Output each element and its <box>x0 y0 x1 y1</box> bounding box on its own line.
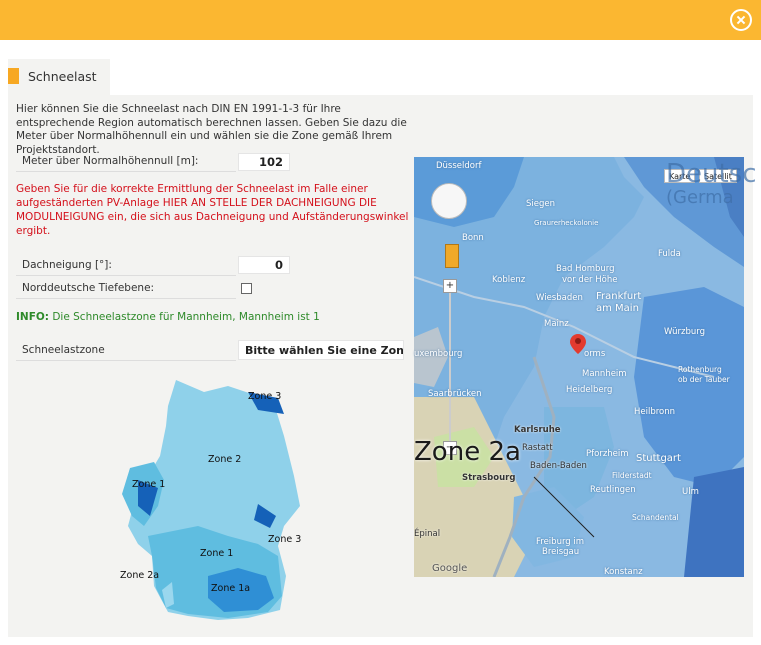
place-wuerzburg: Würzburg <box>664 327 705 337</box>
place-rothenburg: Rothenburg <box>678 365 722 374</box>
snow-zone-label: Schneelastzone <box>22 344 105 356</box>
zone1-west-label: Zone 1 <box>132 479 166 490</box>
place-schandental: Schandental <box>632 513 679 522</box>
place-obdertauber: ob der Tauber <box>678 375 730 384</box>
tab-marker <box>8 68 19 84</box>
place-luxembourg: uxembourg <box>414 349 463 359</box>
north-lowland-row: Norddeutsche Tiefebene: <box>16 280 236 299</box>
zone-map-viewer[interactable]: Karte Satellit Deutsc (Germa + − Zone 2a… <box>414 157 757 577</box>
place-badenbaden: Baden-Baden <box>530 461 587 471</box>
roof-pitch-input[interactable]: 0 <box>238 256 290 274</box>
zone2-label: Zone 2 <box>208 454 242 465</box>
place-siegen: Siegen <box>526 199 555 209</box>
map-pan-control[interactable] <box>431 183 467 219</box>
close-icon[interactable] <box>730 9 752 31</box>
place-bonn: Bonn <box>462 233 484 243</box>
place-heilbronn: Heilbronn <box>634 407 676 417</box>
zone2a-label: Zone 2a <box>120 570 160 581</box>
zoom-in-button[interactable]: + <box>443 279 457 293</box>
modal-header-bar <box>0 0 761 40</box>
place-strasbourg: Strasbourg <box>462 473 516 483</box>
roof-pitch-row: Dachneigung [°]: <box>16 257 236 276</box>
place-pforzheim: Pforzheim <box>586 449 629 459</box>
map-overlay-germa: (Germa <box>666 187 734 208</box>
place-duesseldorf: Düsseldorf <box>436 161 482 171</box>
place-karlsruhe: Karlsruhe <box>514 425 561 435</box>
zone3-east-label: Zone 3 <box>268 534 302 545</box>
place-stuttgart: Stuttgart <box>636 453 681 464</box>
info-message: Die Schneelastzone für Mannheim, Mannhei… <box>52 311 320 323</box>
snow-zone-germany-map: Zone 3 Zone 2 Zone 1 Zone 3 Zone 1 Zone … <box>108 376 308 626</box>
zone3-top-label: Zone 3 <box>248 391 282 402</box>
place-vorderhoehe: vor der Höhe <box>562 275 618 285</box>
map-overlay-deutsch: Deutsc <box>666 159 757 189</box>
place-epinal: Épinal <box>414 529 441 539</box>
pegman-icon[interactable] <box>445 244 459 268</box>
place-koblenz: Koblenz <box>492 275 526 285</box>
zone1a-label: Zone 1a <box>211 583 251 594</box>
place-reutlingen: Reutlingen <box>590 485 636 495</box>
place-rastatt: Rastatt <box>522 443 553 453</box>
roof-pitch-label: Dachneigung [°]: <box>22 259 112 271</box>
tab-schneelast[interactable]: Schneelast <box>8 59 110 95</box>
info-prefix: INFO: <box>16 311 49 323</box>
intro-text: Hier können Sie die Schneelast nach DIN … <box>16 103 407 156</box>
place-ulm: Ulm <box>682 487 699 497</box>
altitude-row: Meter über Normalhöhennull [m]: <box>16 153 236 172</box>
place-fulda: Fulda <box>658 249 681 259</box>
place-wiesbaden: Wiesbaden <box>536 293 583 303</box>
north-lowland-checkbox[interactable] <box>241 283 252 294</box>
pv-warning-text: Geben Sie für die korrekte Ermittlung de… <box>16 183 409 237</box>
google-logo: Google <box>432 563 468 574</box>
germany-map-svg <box>122 380 300 620</box>
info-text: INFO: Die Schneelastzone für Mannheim, M… <box>16 311 320 323</box>
altitude-label: Meter über Normalhöhennull [m]: <box>22 155 199 167</box>
place-konstanz: Konstanz <box>604 567 643 577</box>
snow-zone-select[interactable]: Bitte wählen Sie eine Zone a <box>238 340 404 360</box>
map-zone-label: Zone 2a <box>414 437 521 467</box>
altitude-input[interactable]: 102 <box>238 153 290 171</box>
place-mannheim: Mannheim <box>582 369 627 379</box>
zone1-south-label: Zone 1 <box>200 548 234 559</box>
place-ammain: am Main <box>596 303 639 314</box>
place-badhomburg: Bad Homburg <box>556 264 615 274</box>
place-heidelberg: Heidelberg <box>566 385 613 395</box>
zoom-slider-track[interactable] <box>449 287 451 447</box>
place-filderstadt: Filderstadt <box>612 471 652 480</box>
place-breisgau: Breisgau <box>542 547 580 557</box>
place-frankfurt: Frankfurt <box>596 291 642 302</box>
place-mainz: Mainz <box>544 319 569 329</box>
snow-zone-row: Schneelastzone <box>16 342 236 361</box>
place-freiburg: Freiburg im <box>536 537 585 547</box>
place-saarbruecken: Saarbrücken <box>428 389 482 399</box>
place-grauerheck: Graurerheckolonie <box>534 219 599 227</box>
north-lowland-label: Norddeutsche Tiefebene: <box>22 282 155 294</box>
tab-label: Schneelast <box>28 69 97 84</box>
place-worms: orms <box>584 349 606 359</box>
